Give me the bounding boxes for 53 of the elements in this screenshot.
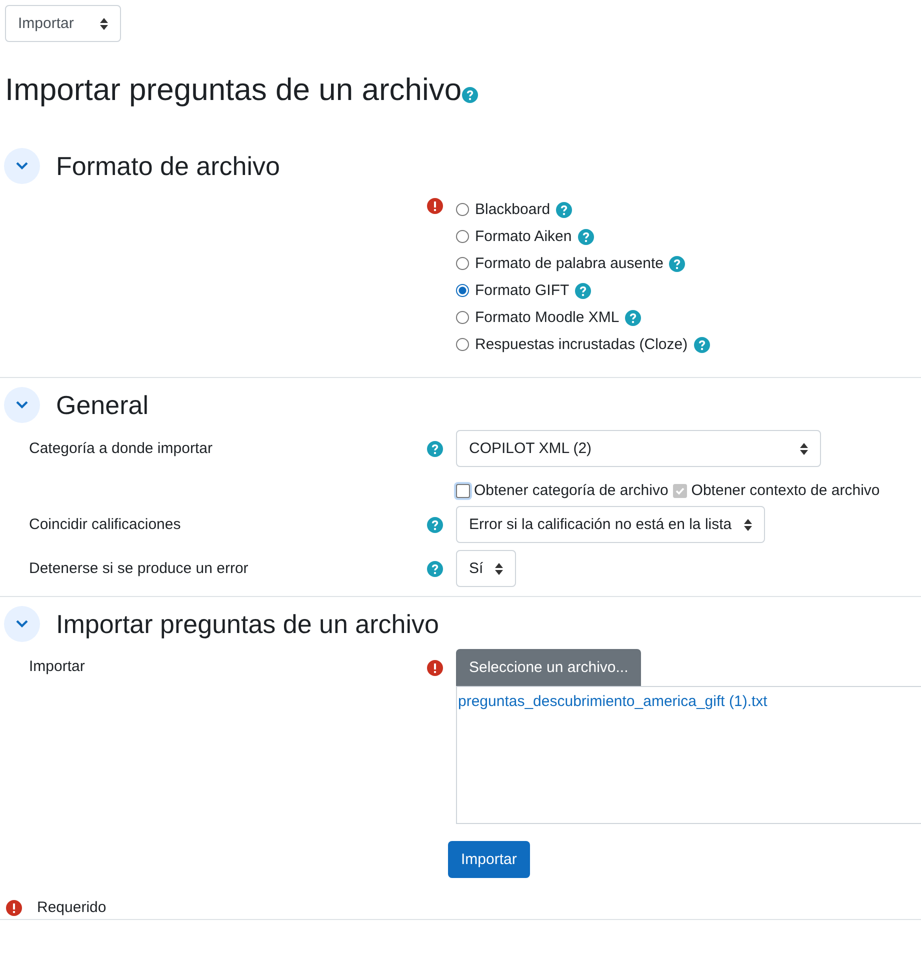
help-icon[interactable] <box>578 228 594 244</box>
help-icon[interactable] <box>427 440 443 456</box>
collapse-toggle[interactable] <box>4 606 40 642</box>
caret-icon <box>744 518 752 530</box>
radio-label: Formato GIFT <box>475 282 570 299</box>
checkbox-label: Obtener contexto de archivo <box>691 482 880 499</box>
section-heading: Importar preguntas de un archivo <box>56 608 439 640</box>
radio-label: Formato Moodle XML <box>475 309 620 326</box>
import-button[interactable]: Importar <box>448 841 530 878</box>
section-heading: Formato de archivo <box>56 150 280 182</box>
radio-label: Blackboard <box>475 201 550 218</box>
dropdown-field[interactable]: Sí <box>456 550 516 587</box>
field-label: Detenerse si se produce un error <box>29 560 248 577</box>
check-icon <box>675 486 686 496</box>
radio-label: Formato de palabra ausente <box>475 255 664 272</box>
field-label: Coincidir calificaciones <box>29 516 181 533</box>
jump-select[interactable]: Importar <box>5 5 121 42</box>
radio-button[interactable] <box>456 311 469 324</box>
section-heading: General <box>56 390 148 420</box>
collapse-toggle[interactable] <box>4 148 40 184</box>
radio-label: Respuestas incrustadas (Cloze) <box>475 336 688 353</box>
radio-button[interactable] <box>456 338 469 351</box>
help-icon[interactable] <box>669 256 686 272</box>
help-icon[interactable] <box>427 560 443 576</box>
caret-icon <box>495 562 504 574</box>
chevron-icon <box>15 161 29 171</box>
help-icon[interactable] <box>575 282 592 298</box>
help-icon[interactable] <box>556 202 572 218</box>
field-label: Categoría a donde importar <box>29 440 212 457</box>
chevron-icon <box>15 400 29 410</box>
required-icon <box>6 900 22 916</box>
radio-label: Formato Aiken <box>475 228 572 245</box>
page-title: Importar preguntas de un archivo <box>5 72 462 108</box>
checkbox[interactable] <box>456 484 470 498</box>
chevron-icon <box>15 619 29 629</box>
help-icon[interactable] <box>427 516 443 532</box>
radio-button[interactable] <box>456 230 469 243</box>
choose-file-button[interactable]: Seleccione un archivo... <box>456 649 642 686</box>
dropdown-field[interactable]: COPILOT XML (2) <box>456 430 821 467</box>
required-note: Requerido <box>37 899 106 916</box>
radio-button[interactable] <box>456 203 469 216</box>
file-link[interactable]: preguntas_descubrimiento_america_gift (1).txt <box>458 693 768 710</box>
checkbox-label: Obtener categoría de archivo <box>474 482 668 499</box>
caret-icon <box>100 18 108 30</box>
help-icon[interactable] <box>625 310 642 326</box>
collapse-toggle[interactable] <box>4 387 40 423</box>
radio-button[interactable] <box>456 257 469 270</box>
help-icon[interactable] <box>694 336 710 352</box>
radio-button[interactable] <box>456 284 469 297</box>
field-label: Importar <box>29 658 85 675</box>
help-icon[interactable] <box>462 87 478 103</box>
caret-icon <box>800 442 808 454</box>
dropdown-field[interactable]: Error si la calificación no está en la lista <box>456 506 765 543</box>
